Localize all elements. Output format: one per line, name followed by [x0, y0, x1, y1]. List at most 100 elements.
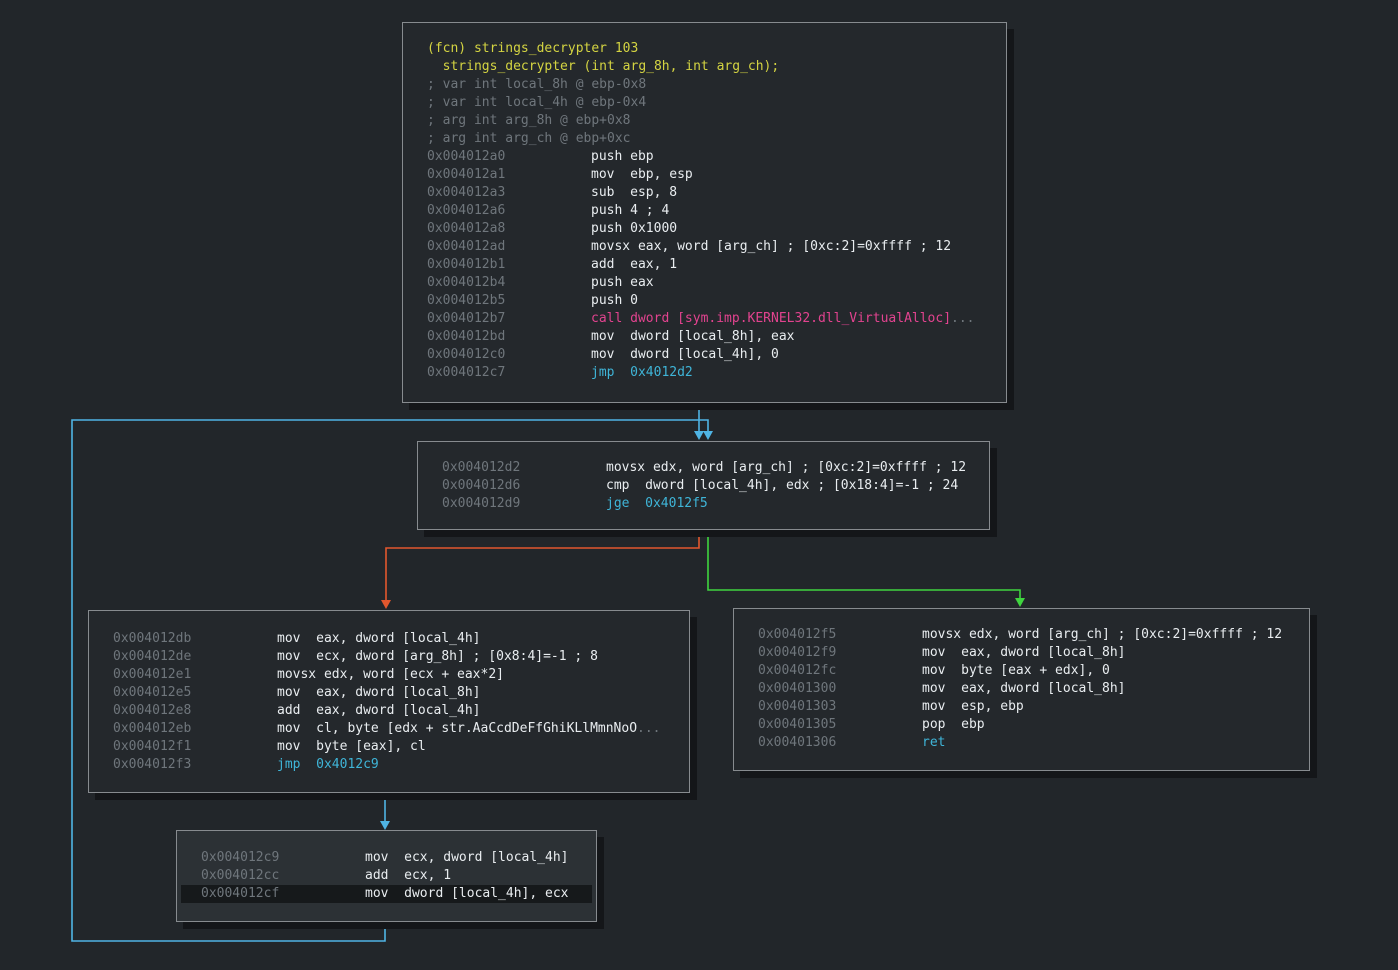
instruction-text: jmp 0x4012c9: [277, 756, 379, 774]
instruction-text: pop ebp: [922, 716, 985, 734]
instruction-address: 0x004012b4: [427, 274, 591, 292]
instruction-row[interactable]: 0x00401303mov esp, ebp: [758, 698, 1309, 716]
instruction-row[interactable]: 0x004012e1movsx edx, word [ecx + eax*2]: [113, 666, 689, 684]
truncation-ellipsis: ...: [951, 310, 974, 328]
instruction-row[interactable]: 0x004012f5movsx edx, word [arg_ch] ; [0x…: [758, 626, 1309, 644]
instruction-row[interactable]: 0x004012demov ecx, dword [arg_8h] ; [0x8…: [113, 648, 689, 666]
instruction-row[interactable]: 0x004012bdmov dword [local_8h], eax: [427, 328, 1006, 346]
instruction-text: add eax, 1: [591, 256, 677, 274]
instruction-row[interactable]: 0x004012d9jge 0x4012f5: [442, 495, 989, 513]
instruction-text: mov esp, ebp: [922, 698, 1024, 716]
instruction-row[interactable]: 0x004012b7call dword [sym.imp.KERNEL32.d…: [427, 310, 1006, 328]
instruction-row[interactable]: 0x004012ebmov cl, byte [edx + str.AaCcdD…: [113, 720, 689, 738]
instruction-row[interactable]: 0x004012dbmov eax, dword [local_4h]: [113, 630, 689, 648]
instruction-row[interactable]: 0x004012f9mov eax, dword [local_8h]: [758, 644, 1309, 662]
instruction-address: 0x00401300: [758, 680, 922, 698]
instruction-row[interactable]: 0x004012e5mov eax, dword [local_8h]: [113, 684, 689, 702]
instruction-address: 0x004012b1: [427, 256, 591, 274]
instruction-row[interactable]: 0x004012b5push 0: [427, 292, 1006, 310]
instruction-text: cmp dword [local_4h], edx ; [0x18:4]=-1 …: [606, 477, 958, 495]
arrowhead-down-icon: [1015, 598, 1025, 607]
instruction-address: 0x004012eb: [113, 720, 277, 738]
function-signature-line: (fcn) strings_decrypter 103: [427, 40, 638, 58]
instruction-text: mov byte [eax + edx], 0: [922, 662, 1110, 680]
instruction-address: 0x004012ad: [427, 238, 591, 256]
instruction-row[interactable]: 0x004012c0mov dword [local_4h], 0: [427, 346, 1006, 364]
instruction-text: add ecx, 1: [365, 867, 451, 885]
arrowhead-down-icon: [381, 600, 391, 609]
instruction-text: mov dword [local_4h], ecx: [365, 885, 569, 903]
instruction-row[interactable]: 0x004012a6push 4 ; 4: [427, 202, 1006, 220]
header-row[interactable]: (fcn) strings_decrypter 103: [427, 40, 1006, 58]
instruction-row[interactable]: 0x004012c7jmp 0x4012d2: [427, 364, 1006, 382]
instruction-address: 0x004012cf: [201, 885, 365, 903]
instruction-text: sub esp, 8: [591, 184, 677, 202]
instruction-row[interactable]: 0x004012fcmov byte [eax + edx], 0: [758, 662, 1309, 680]
instruction-row[interactable]: 0x004012admovsx eax, word [arg_ch] ; [0x…: [427, 238, 1006, 256]
instruction-address: 0x004012f5: [758, 626, 922, 644]
header-row[interactable]: ; arg int arg_ch @ ebp+0xc: [427, 130, 1006, 148]
instruction-text: mov ecx, dword [local_4h]: [365, 849, 569, 867]
edge-condition-true-to-exit: [708, 530, 1025, 607]
instruction-text: mov eax, dword [local_4h]: [277, 630, 481, 648]
instruction-row[interactable]: 0x004012a1mov ebp, esp: [427, 166, 1006, 184]
instruction-row[interactable]: 0x004012d6cmp dword [local_4h], edx ; [0…: [442, 477, 989, 495]
graph-canvas[interactable]: (fcn) strings_decrypter 103 strings_decr…: [0, 0, 1398, 970]
instruction-address: 0x004012d2: [442, 459, 606, 477]
arrowhead-down-icon: [380, 821, 390, 830]
instruction-address: 0x004012e8: [113, 702, 277, 720]
basic-block-loop-condition[interactable]: 0x004012d2movsx edx, word [arg_ch] ; [0x…: [417, 441, 990, 530]
instruction-row[interactable]: 0x004012c9mov ecx, dword [local_4h]: [201, 849, 596, 867]
basic-block-entry[interactable]: (fcn) strings_decrypter 103 strings_decr…: [402, 22, 1007, 403]
header-row[interactable]: ; var int local_4h @ ebp-0x4: [427, 94, 1006, 112]
instruction-text: mov eax, dword [local_8h]: [922, 644, 1126, 662]
instruction-text: mov ebp, esp: [591, 166, 693, 184]
instruction-text: mov cl, byte [edx + str.AaCcdDeFfGhiKLlM…: [277, 720, 637, 738]
instruction-row[interactable]: 0x004012f3jmp 0x4012c9: [113, 756, 689, 774]
instruction-address: 0x004012a6: [427, 202, 591, 220]
instruction-row[interactable]: 0x004012b1add eax, 1: [427, 256, 1006, 274]
instruction-address: 0x004012c0: [427, 346, 591, 364]
instruction-address: 0x00401305: [758, 716, 922, 734]
basic-block-exit[interactable]: 0x004012f5movsx edx, word [arg_ch] ; [0x…: [733, 608, 1310, 771]
instruction-address: 0x004012e1: [113, 666, 277, 684]
instruction-row[interactable]: 0x004012b4push eax: [427, 274, 1006, 292]
instruction-text: push 0: [591, 292, 638, 310]
instruction-row[interactable]: 0x004012ccadd ecx, 1: [201, 867, 596, 885]
basic-block-loop-increment[interactable]: 0x004012c9mov ecx, dword [local_4h]0x004…: [176, 830, 597, 922]
instruction-row[interactable]: 0x004012f1mov byte [eax], cl: [113, 738, 689, 756]
instruction-address: 0x004012cc: [201, 867, 365, 885]
instruction-address: 0x004012db: [113, 630, 277, 648]
instruction-address: 0x004012a0: [427, 148, 591, 166]
instruction-row[interactable]: 0x00401306ret: [758, 734, 1309, 752]
instruction-address: 0x004012d9: [442, 495, 606, 513]
instruction-row[interactable]: 0x004012a0push ebp: [427, 148, 1006, 166]
instruction-address: 0x004012a3: [427, 184, 591, 202]
instruction-text: mov eax, dword [local_8h]: [277, 684, 481, 702]
instruction-row[interactable]: 0x00401305pop ebp: [758, 716, 1309, 734]
instruction-row[interactable]: 0x004012e8add eax, dword [local_4h]: [113, 702, 689, 720]
header-row[interactable]: ; arg int arg_8h @ ebp+0x8: [427, 112, 1006, 130]
instruction-address: 0x004012f3: [113, 756, 277, 774]
header-row[interactable]: ; var int local_8h @ ebp-0x8: [427, 76, 1006, 94]
instruction-address: 0x00401303: [758, 698, 922, 716]
instruction-address: 0x004012b7: [427, 310, 591, 328]
instruction-address: 0x004012f1: [113, 738, 277, 756]
instruction-text: ret: [922, 734, 945, 752]
arrowhead-down-icon: [694, 431, 704, 440]
instruction-address: 0x004012f9: [758, 644, 922, 662]
instruction-text: mov eax, dword [local_8h]: [922, 680, 1126, 698]
instruction-row[interactable]: 0x004012d2movsx edx, word [arg_ch] ; [0x…: [442, 459, 989, 477]
function-signature-line: strings_decrypter (int arg_8h, int arg_c…: [427, 58, 779, 76]
instruction-row[interactable]: 0x004012a3sub esp, 8: [427, 184, 1006, 202]
instruction-row-selected[interactable]: 0x004012cfmov dword [local_4h], ecx: [181, 885, 592, 903]
instruction-address: 0x004012c7: [427, 364, 591, 382]
instruction-text: push 0x1000: [591, 220, 677, 238]
header-row[interactable]: strings_decrypter (int arg_8h, int arg_c…: [427, 58, 1006, 76]
variable-comment-line: ; arg int arg_8h @ ebp+0x8: [427, 112, 631, 130]
instruction-row[interactable]: 0x004012a8push 0x1000: [427, 220, 1006, 238]
basic-block-loop-body[interactable]: 0x004012dbmov eax, dword [local_4h]0x004…: [88, 610, 690, 793]
instruction-address: 0x004012a1: [427, 166, 591, 184]
instruction-row[interactable]: 0x00401300mov eax, dword [local_8h]: [758, 680, 1309, 698]
instruction-text: push eax: [591, 274, 654, 292]
